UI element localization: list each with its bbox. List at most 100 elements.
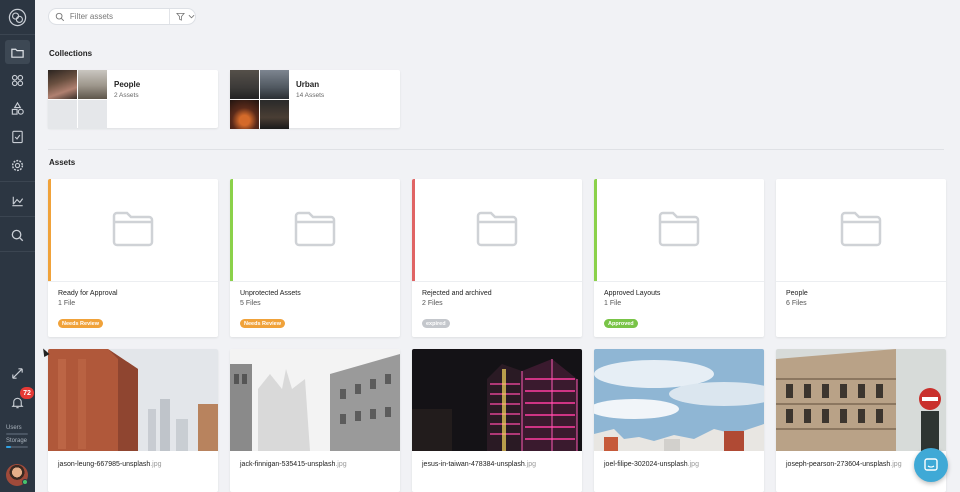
folder-card-rejected-and-archived[interactable]: Rejected and archived 2 Files expired <box>412 179 582 337</box>
search-bar: Filter assets <box>48 8 196 25</box>
folder-icon <box>476 211 518 247</box>
status-stripe <box>594 179 597 281</box>
card-divider <box>776 281 946 282</box>
assets-heading: Assets <box>49 158 76 167</box>
asset-card[interactable]: joel-filipe-302024-unsplash.jpg <box>594 349 764 492</box>
status-badge: Needs Review <box>58 319 103 328</box>
status-badge: expired <box>422 319 450 328</box>
expand-icon <box>12 367 23 379</box>
folder-count: 1 File <box>604 300 622 307</box>
chat-icon <box>924 458 938 471</box>
app-logo-icon[interactable] <box>8 8 27 27</box>
folder-title: Unprotected Assets <box>240 290 301 297</box>
thumbnail-placeholder <box>48 100 77 129</box>
asset-thumbnail <box>230 349 400 451</box>
card-divider <box>594 281 764 282</box>
nav-approvals[interactable] <box>5 124 30 148</box>
nav-shapes[interactable] <box>5 96 30 120</box>
asset-card[interactable]: jason-leung-667985-unsplash.jpg <box>48 349 218 492</box>
folder-card-unprotected-assets[interactable]: Unprotected Assets 5 Files Needs Review <box>230 179 400 337</box>
nav-collections[interactable] <box>5 40 30 64</box>
shapes-icon <box>11 101 24 115</box>
nav-analytics[interactable] <box>5 188 30 212</box>
folder-icon <box>294 211 336 247</box>
online-status-dot <box>22 479 28 485</box>
sidebar-divider <box>0 34 35 35</box>
folder-title: People <box>786 290 808 297</box>
folder-card-people[interactable]: People 6 Files <box>776 179 946 337</box>
asset-filename: jack-finnigan-535415-unsplash.jpg <box>240 461 347 468</box>
search-icon <box>11 229 24 241</box>
asset-thumbnail <box>776 349 946 451</box>
asset-thumbnail <box>48 349 218 451</box>
folder-count: 6 Files <box>786 300 807 307</box>
status-stripe <box>230 179 233 281</box>
chart-icon <box>12 196 24 206</box>
asset-filename: jason-leung-667985-unsplash.jpg <box>58 461 162 468</box>
folder-card-ready-for-approval[interactable]: Ready for Approval 1 File Needs Review <box>48 179 218 337</box>
expand-button[interactable] <box>5 361 30 385</box>
collection-count: 2 Assets <box>114 92 139 99</box>
sidebar: 72 Users Storage <box>0 0 35 492</box>
thumbnail-image <box>78 70 107 99</box>
chat-button[interactable] <box>914 448 948 482</box>
folder-title: Rejected and archived <box>422 290 492 297</box>
notifications-badge: 72 <box>20 387 34 399</box>
collections-heading: Collections <box>49 49 93 58</box>
apps-icon <box>11 74 24 86</box>
collection-thumbnails <box>230 70 289 129</box>
asset-name: joel-filipe-302024-unsplash <box>604 461 688 468</box>
folder-count: 1 File <box>58 300 76 307</box>
search-input[interactable]: Filter assets <box>70 12 169 21</box>
asset-name: jason-leung-667985-unsplash <box>58 461 151 468</box>
asset-name: jack-finnigan-535415-unsplash <box>240 461 336 468</box>
folder-icon <box>11 48 24 58</box>
asset-filename: joel-filipe-302024-unsplash.jpg <box>604 461 699 468</box>
sidebar-divider <box>0 181 35 182</box>
users-bar <box>6 433 28 435</box>
asset-thumbnail <box>594 349 764 451</box>
asset-filename: joseph-pearson-273604-unsplash.jpg <box>786 461 902 468</box>
collection-title: Urban <box>296 80 320 89</box>
clipboard-check-icon <box>12 130 23 143</box>
search-icon <box>55 12 65 21</box>
folder-icon <box>112 211 154 247</box>
card-divider <box>412 281 582 282</box>
folder-card-approved-layouts[interactable]: Approved Layouts 1 File Approved <box>594 179 764 337</box>
section-divider <box>48 149 944 150</box>
sidebar-divider <box>0 251 35 252</box>
collection-card-people[interactable]: People 2 Assets <box>48 70 218 129</box>
asset-name: jesus-in-taiwan-478384-unsplash <box>422 461 525 468</box>
folder-count: 2 Files <box>422 300 443 307</box>
nav-settings[interactable] <box>5 153 30 177</box>
asset-extension: .jpg <box>890 461 902 468</box>
filter-button[interactable] <box>176 12 195 21</box>
asset-extension: .jpg <box>335 461 347 468</box>
users-label: Users <box>6 425 22 431</box>
thumbnail-image <box>260 70 289 99</box>
asset-extension: .jpg <box>150 461 162 468</box>
asset-name: joseph-pearson-273604-unsplash <box>786 461 891 468</box>
storage-bar <box>6 446 28 448</box>
nav-apps[interactable] <box>5 68 30 92</box>
asset-card[interactable]: jesus-in-taiwan-478384-unsplash.jpg <box>412 349 582 492</box>
nav-search[interactable] <box>5 223 30 247</box>
collection-card-urban[interactable]: Urban 14 Assets <box>230 70 400 129</box>
thumbnail-image <box>230 70 259 99</box>
folder-icon <box>840 211 882 247</box>
card-divider <box>48 281 218 282</box>
collection-title: People <box>114 80 141 89</box>
asset-filename: jesus-in-taiwan-478384-unsplash.jpg <box>422 461 536 468</box>
status-stripe <box>412 179 415 281</box>
thumbnail-image <box>260 100 289 129</box>
asset-extension: .jpg <box>524 461 537 468</box>
thumbnail-image <box>230 100 259 129</box>
status-stripe <box>48 179 51 281</box>
folder-icon <box>658 211 700 247</box>
folder-title: Approved Layouts <box>604 290 661 297</box>
chevron-down-icon <box>188 14 195 19</box>
status-badge: Approved <box>604 319 638 328</box>
storage-label: Storage <box>6 438 28 444</box>
collection-thumbnails <box>48 70 107 129</box>
asset-card[interactable]: jack-finnigan-535415-unsplash.jpg <box>230 349 400 492</box>
